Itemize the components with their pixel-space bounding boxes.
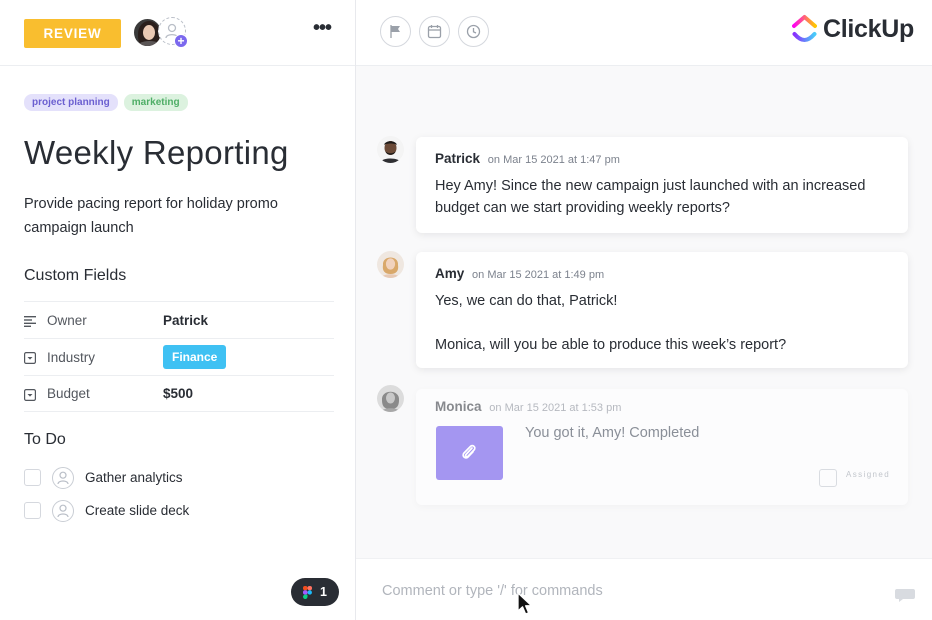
comment-body: Yes, we can do that, Patrick! Monica, wi… [435,290,885,356]
comment-timestamp: on Mar 15 2021 at 1:49 pm [472,269,605,281]
custom-fields-heading: Custom Fields [24,267,127,284]
task-detail-panel: REVIEW + ••• project planning marketing … [0,0,356,620]
assign-user-icon[interactable] [52,466,74,489]
comment-author[interactable]: Monica [435,399,482,414]
activity-panel: ClickUp Patrick on Mar 15 2021 at 1:47 p… [356,0,932,620]
todo-checkbox[interactable] [24,502,41,519]
flag-icon [390,25,400,38]
figma-count: 1 [320,585,327,599]
mouse-cursor-icon [517,592,533,615]
figma-attachment-badge[interactable]: 1 [291,578,339,606]
paperclip-icon [462,444,476,459]
assign-user-icon[interactable] [52,499,74,522]
comment-input[interactable]: Comment or type '/' for commands [382,583,603,599]
todo-item: Gather analytics [24,461,334,494]
comment-timestamp: on Mar 15 2021 at 1:53 pm [489,402,622,414]
attachment-thumbnail[interactable] [436,426,503,480]
comment-header: Amy on Mar 15 2021 at 1:49 pm [435,266,604,281]
field-label: Owner [47,312,87,328]
comment-body: Hey Amy! Since the new campaign just lau… [435,178,866,216]
comment-timestamp: on Mar 15 2021 at 1:47 pm [487,154,620,166]
dropdown-field-icon [24,388,37,401]
todo-label[interactable]: Create slide deck [85,503,189,518]
comment-line: Yes, we can do that, Patrick! [435,293,618,309]
assign-comment-label: Assigned [846,470,891,479]
time-tracking-button[interactable] [458,16,489,47]
figma-icon [303,585,313,599]
custom-field-budget[interactable]: Budget $500 [24,375,334,412]
comment-line: Monica, will you be able to produce this… [435,337,787,353]
dropdown-field-icon [24,351,37,365]
comment-composer: Comment or type '/' for commands [356,558,932,620]
chat-bubble-icon[interactable] [894,587,916,603]
field-label: Industry [47,349,96,365]
custom-field-industry[interactable]: Industry Finance [24,338,334,375]
todo-item: Create slide deck [24,494,334,527]
activity-toolbar: ClickUp [356,0,932,66]
assign-comment-checkbox[interactable] [819,469,837,487]
task-toolbar: REVIEW + ••• [0,0,355,66]
status-button[interactable]: REVIEW [24,19,121,48]
field-value[interactable]: $500 [163,386,193,401]
todo-label[interactable]: Gather analytics [85,470,183,485]
todo-checkbox[interactable] [24,469,41,486]
avatar [377,251,404,278]
comment-card: Patrick on Mar 15 2021 at 1:47 pm Hey Am… [416,137,908,233]
tag-list: project planning marketing [24,94,188,111]
comment-author[interactable]: Patrick [435,151,480,166]
comment-card: Monica on Mar 15 2021 at 1:53 pm You got… [416,389,908,505]
clock-icon [466,24,481,39]
calendar-icon [427,25,442,39]
clickup-logo-icon [792,15,817,43]
more-options-button[interactable]: ••• [310,18,334,42]
field-label: Budget [47,386,90,401]
custom-fields-table: Owner Patrick Industry Finance Budget $5… [24,301,334,412]
comment-body: You got it, Amy! Completed [525,425,700,441]
brand-name: ClickUp [823,14,914,43]
comment-header: Patrick on Mar 15 2021 at 1:47 pm [435,151,620,166]
task-description[interactable]: Provide pacing report for holiday promo … [24,192,334,240]
priority-button[interactable] [380,16,411,47]
tag-project-planning[interactable]: project planning [24,94,118,111]
comment-header: Monica on Mar 15 2021 at 1:53 pm [435,399,621,414]
avatar [377,136,404,163]
text-lines-icon [24,314,36,327]
comment-card: Amy on Mar 15 2021 at 1:49 pm Yes, we ca… [416,252,908,368]
avatar [377,385,404,412]
due-date-button[interactable] [419,16,450,47]
todo-heading: To Do [24,431,66,448]
plus-icon[interactable]: + [174,34,188,48]
custom-field-owner[interactable]: Owner Patrick [24,301,334,338]
clickup-logo: ClickUp [792,14,914,44]
field-value[interactable]: Patrick [163,313,208,328]
todo-list: Gather analytics Create slide deck [24,461,334,527]
task-title[interactable]: Weekly Reporting [24,134,289,172]
comment-author[interactable]: Amy [435,266,464,281]
industry-chip[interactable]: Finance [163,345,227,369]
tag-marketing[interactable]: marketing [123,94,188,111]
